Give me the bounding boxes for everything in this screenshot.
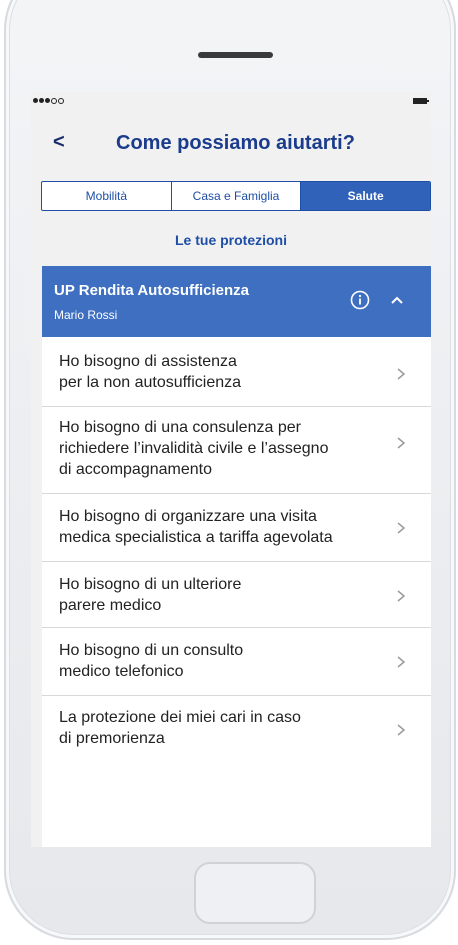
tab-salute[interactable]: Salute bbox=[301, 182, 430, 210]
policy-card-header[interactable]: UP Rendita Autosufficienza Mario Rossi bbox=[42, 266, 431, 337]
list-item-label: Ho bisogno di una consulenza per richied… bbox=[59, 419, 329, 478]
phone-frame: < Come possiamo aiutarti? Mobilità Casa … bbox=[0, 0, 458, 945]
phone-speaker bbox=[198, 52, 273, 58]
list-item[interactable]: La protezione dei miei cari in caso di p… bbox=[42, 696, 431, 766]
chevron-right-icon bbox=[397, 590, 406, 602]
chevron-up-icon[interactable] bbox=[388, 291, 406, 309]
home-button[interactable] bbox=[194, 862, 316, 924]
tab-mobilita[interactable]: Mobilità bbox=[42, 182, 172, 210]
tab-casa-famiglia[interactable]: Casa e Famiglia bbox=[172, 182, 302, 210]
status-bar bbox=[31, 92, 431, 114]
policy-holder: Mario Rossi bbox=[54, 308, 118, 322]
chevron-right-icon bbox=[397, 656, 406, 668]
list-item-label: La protezione dei miei cari in caso di p… bbox=[59, 709, 301, 747]
list-item[interactable]: Ho bisogno di un ulteriore parere medico bbox=[42, 562, 431, 628]
list-item[interactable]: Ho bisogno di organizzare una visita med… bbox=[42, 494, 431, 562]
battery-icon bbox=[413, 98, 429, 104]
category-tabs: Mobilità Casa e Famiglia Salute bbox=[41, 181, 431, 211]
chevron-right-icon bbox=[397, 437, 406, 449]
policy-title: UP Rendita Autosufficienza bbox=[54, 282, 250, 299]
signal-icon bbox=[33, 98, 64, 104]
list-item[interactable]: Ho bisogno di un consulto medico telefon… bbox=[42, 628, 431, 696]
screen: < Come possiamo aiutarti? Mobilità Casa … bbox=[31, 92, 431, 847]
chevron-right-icon bbox=[397, 724, 406, 736]
services-list: Ho bisogno di assistenza per la non auto… bbox=[42, 337, 431, 847]
list-item-label: Ho bisogno di un consulto medico telefon… bbox=[59, 642, 244, 680]
chevron-right-icon bbox=[397, 368, 406, 380]
list-item[interactable]: Ho bisogno di assistenza per la non auto… bbox=[42, 337, 431, 407]
back-button[interactable]: < bbox=[53, 132, 65, 152]
list-item-label: Ho bisogno di organizzare una visita med… bbox=[59, 508, 333, 546]
section-title: Le tue protezioni bbox=[175, 232, 287, 248]
list-item-label: Ho bisogno di assistenza per la non auto… bbox=[59, 353, 242, 391]
info-icon[interactable] bbox=[350, 290, 370, 310]
page-title: Come possiamo aiutarti? bbox=[116, 132, 355, 154]
list-item[interactable]: Ho bisogno di una consulenza per richied… bbox=[42, 407, 431, 494]
chevron-right-icon bbox=[397, 522, 406, 534]
list-item-label: Ho bisogno di un ulteriore parere medico bbox=[59, 576, 242, 614]
